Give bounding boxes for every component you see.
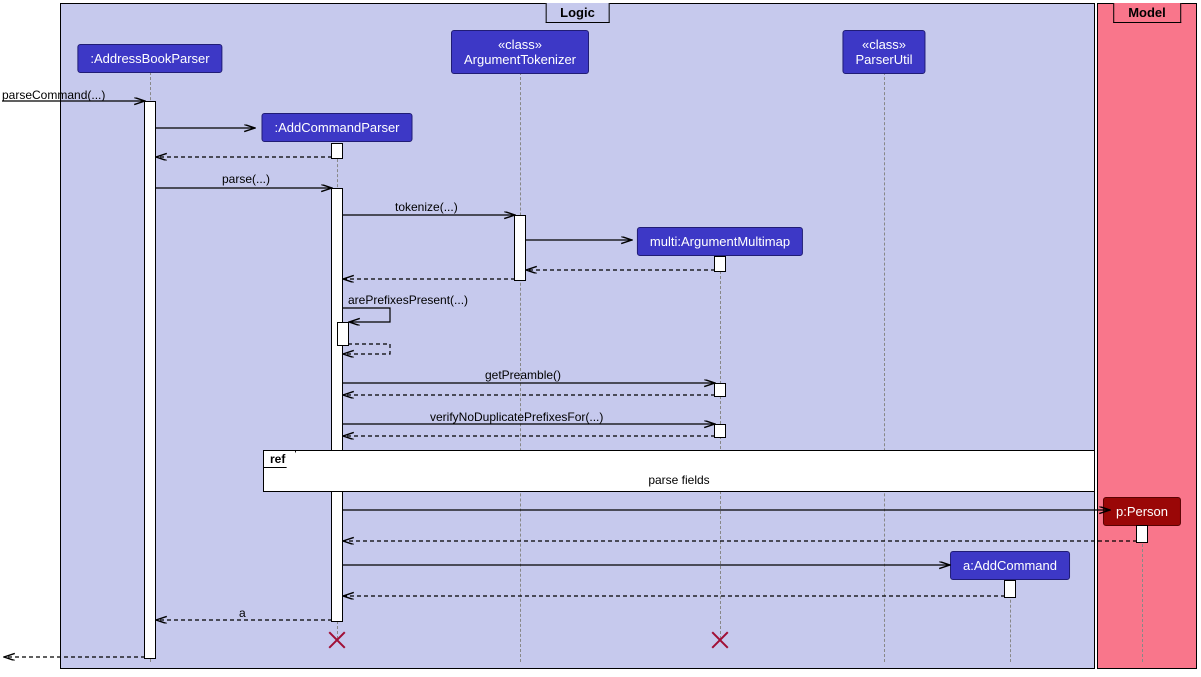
sequence-diagram: Logic Model :AddressBookParser :AddComma…	[0, 0, 1201, 677]
activation-amm-getpreamble	[714, 383, 726, 397]
msg-return-a: a	[239, 606, 246, 620]
lifeline-argumenttokenizer	[520, 72, 521, 662]
participant-argumenttokenizer-label: ArgumentTokenizer	[464, 52, 576, 67]
msg-tokenize: tokenize(...)	[395, 200, 458, 214]
package-logic: Logic	[60, 3, 1095, 669]
activation-addcommand-create	[1004, 580, 1016, 598]
ref-parse-fields: ref parse fields	[263, 450, 1095, 492]
package-model-label: Model	[1113, 3, 1181, 23]
activation-at-tokenize	[514, 215, 526, 281]
package-model: Model	[1097, 3, 1197, 669]
lifeline-person	[1142, 524, 1143, 662]
msg-areprefixes: arePrefixesPresent(...)	[348, 293, 468, 307]
ref-tag: ref	[264, 451, 296, 468]
participant-person: p:Person	[1103, 497, 1181, 526]
msg-getpreamble: getPreamble()	[485, 368, 561, 382]
activation-amm-create	[714, 256, 726, 272]
activation-amm-verify	[714, 424, 726, 438]
participant-argumentmultimap-label: multi:ArgumentMultimap	[650, 234, 790, 249]
participant-argumentmultimap: multi:ArgumentMultimap	[637, 227, 803, 256]
participant-person-label: p:Person	[1116, 504, 1168, 519]
activation-acp-create	[331, 143, 343, 159]
participant-addcommandparser-label: :AddCommandParser	[275, 120, 400, 135]
participant-addcommand-label: a:AddCommand	[963, 558, 1057, 573]
participant-addressbookparser-label: :AddressBookParser	[90, 51, 209, 66]
participant-addcommandparser: :AddCommandParser	[262, 113, 413, 142]
participant-parserutil-label: ParserUtil	[855, 52, 912, 67]
package-logic-label: Logic	[545, 3, 610, 23]
participant-argumenttokenizer: «class» ArgumentTokenizer	[451, 30, 589, 74]
msg-parse: parse(...)	[222, 172, 270, 186]
activation-person-create	[1136, 525, 1148, 543]
activation-abp	[144, 101, 156, 659]
activation-acp-parse	[331, 188, 343, 622]
destroy-addcommandparser	[326, 629, 348, 651]
lifeline-parserutil	[884, 72, 885, 662]
ref-title: parse fields	[264, 473, 1094, 487]
destroy-argumentmultimap	[709, 629, 731, 651]
participant-argumenttokenizer-stereo: «class»	[498, 37, 542, 52]
participant-addcommand: a:AddCommand	[950, 551, 1070, 580]
activation-acp-self	[337, 322, 349, 346]
participant-addressbookparser: :AddressBookParser	[77, 44, 222, 73]
participant-parserutil-stereo: «class»	[862, 37, 906, 52]
msg-verifynodup: verifyNoDuplicatePrefixesFor(...)	[430, 410, 603, 424]
participant-parserutil: «class» ParserUtil	[842, 30, 925, 74]
lifeline-argumentmultimap	[720, 256, 721, 639]
msg-parsecommand: parseCommand(...)	[2, 88, 105, 102]
